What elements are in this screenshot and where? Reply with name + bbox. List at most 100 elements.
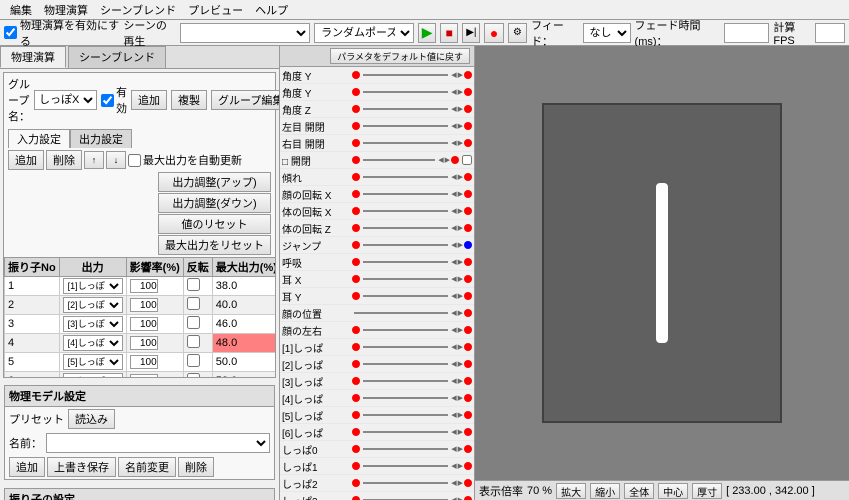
model-delete-button[interactable]: 削除 [178,457,214,477]
enabled-checkbox[interactable] [101,94,114,107]
model-overwrite-button[interactable]: 上書き保存 [47,457,116,477]
enabled-checkbox-label[interactable]: 有効 [101,84,127,116]
param-arrow-left[interactable]: ◀ [451,88,456,96]
table-up-button[interactable]: ↑ [84,151,104,169]
param-arrow-right[interactable]: ▶ [458,190,463,198]
param-arrow-left[interactable]: ◀ [451,224,456,232]
output-select[interactable]: [1]しっぽ [63,278,123,294]
param-arrow-right[interactable]: ▶ [458,462,463,470]
param-arrow-left[interactable]: ◀ [451,207,456,215]
param-arrow-right[interactable]: ▶ [458,224,463,232]
param-arrow-left[interactable]: ◀ [451,241,456,249]
param-arrow-right[interactable]: ▶ [458,394,463,402]
canvas-area[interactable] [542,103,782,423]
param-checkbox[interactable] [462,155,472,165]
invert-checkbox[interactable] [187,335,200,348]
max-reset-button[interactable]: 最大出力をリセット [158,235,271,255]
param-arrow-left[interactable]: ◀ [451,496,456,500]
output-select[interactable]: [5]しっぽ [63,354,123,370]
param-arrow-left[interactable]: ◀ [451,292,456,300]
param-arrow-right[interactable]: ▶ [458,105,463,113]
invert-checkbox[interactable] [187,278,200,291]
param-arrow-right[interactable]: ▶ [458,292,463,300]
max-auto-checkbox[interactable] [128,154,141,167]
group-edit-button[interactable]: グループ編集 [211,90,280,110]
fit-button[interactable]: 全体 [624,483,654,499]
param-arrow-left[interactable]: ◀ [451,445,456,453]
scene-select[interactable] [180,23,310,43]
param-arrow-right[interactable]: ▶ [458,479,463,487]
param-arrow-left[interactable]: ◀ [451,360,456,368]
table-down-button[interactable]: ↓ [106,151,126,169]
param-arrow-right[interactable]: ▶ [458,445,463,453]
stop-button[interactable]: ■ [440,23,458,43]
param-arrow-left[interactable]: ◀ [451,411,456,419]
param-arrow-right[interactable]: ▶ [445,156,450,164]
param-arrow-left[interactable]: ◀ [451,462,456,470]
fps-input[interactable]: 60 [815,23,845,43]
record-button[interactable]: ● [484,23,503,43]
param-arrow-left[interactable]: ◀ [451,343,456,351]
reset-defaults-button[interactable]: パラメタをデフォルト値に戻す [330,48,470,64]
param-arrow-left[interactable]: ◀ [451,326,456,334]
invert-checkbox[interactable] [187,354,200,367]
table-add-button[interactable]: 追加 [8,150,44,170]
param-arrow-right[interactable]: ▶ [458,377,463,385]
random-pose-select[interactable]: ランダムポーズ [314,23,414,43]
model-rename-button[interactable]: 名前変更 [118,457,176,477]
play-button[interactable]: ▶ [418,23,436,43]
param-arrow-right[interactable]: ▶ [458,88,463,96]
add-group-button[interactable]: 追加 [131,90,167,110]
name-select[interactable] [46,433,270,453]
param-arrow-right[interactable]: ▶ [458,428,463,436]
param-arrow-right[interactable]: ▶ [458,241,463,249]
param-arrow-right[interactable]: ▶ [458,275,463,283]
expand-button[interactable]: 拡大 [556,483,586,499]
param-arrow-left[interactable]: ◀ [451,139,456,147]
physics-enable-checkbox-label[interactable]: 物理演算を有効にする [4,17,119,49]
copy-group-button[interactable]: 複製 [171,90,207,110]
output-select[interactable]: [2]しっぽ [63,297,123,313]
invert-checkbox[interactable] [187,373,200,377]
influence-input[interactable] [130,279,158,293]
param-arrow-right[interactable]: ▶ [458,360,463,368]
param-arrow-right[interactable]: ▶ [458,139,463,147]
tab-physics[interactable]: 物理演算 [0,46,66,68]
invert-checkbox[interactable] [187,297,200,310]
table-delete-button[interactable]: 削除 [46,150,82,170]
settings-button[interactable]: ⚙ [508,23,527,43]
model-add-button[interactable]: 追加 [9,457,45,477]
param-arrow-left[interactable]: ◀ [451,479,456,487]
param-arrow-right[interactable]: ▶ [458,309,463,317]
param-arrow-left[interactable]: ◀ [438,156,443,164]
param-arrow-right[interactable]: ▶ [458,122,463,130]
load-button[interactable]: 読込み [68,409,115,429]
next-button[interactable]: ▶| [462,23,480,43]
output-select[interactable]: [4]しっぽ [63,335,123,351]
size-button[interactable]: 厚寸 [692,483,722,499]
param-arrow-right[interactable]: ▶ [458,326,463,334]
invert-checkbox[interactable] [187,316,200,329]
param-arrow-right[interactable]: ▶ [458,173,463,181]
param-arrow-left[interactable]: ◀ [451,275,456,283]
param-arrow-right[interactable]: ▶ [458,71,463,79]
param-arrow-right[interactable]: ▶ [458,343,463,351]
center-button[interactable]: 中心 [658,483,688,499]
max-auto-label[interactable]: 最大出力を自動更新 [128,152,242,168]
param-arrow-left[interactable]: ◀ [451,71,456,79]
param-arrow-right[interactable]: ▶ [458,207,463,215]
param-arrow-left[interactable]: ◀ [451,258,456,266]
param-arrow-left[interactable]: ◀ [451,309,456,317]
param-arrow-left[interactable]: ◀ [451,190,456,198]
output-up-button[interactable]: 出力調整(アップ) [158,172,271,192]
param-arrow-left[interactable]: ◀ [451,173,456,181]
tab-scene-blend[interactable]: シーンブレンド [68,46,166,68]
influence-input[interactable] [130,336,158,350]
shrink-button[interactable]: 縮小 [590,483,620,499]
group-select[interactable]: しっぽX [34,90,97,110]
param-arrow-left[interactable]: ◀ [451,428,456,436]
param-arrow-left[interactable]: ◀ [451,122,456,130]
output-select[interactable]: [6]しっぽ [63,373,123,377]
feed-select[interactable]: なし [583,23,631,43]
sub-tab-input[interactable]: 入力設定 [8,129,70,148]
